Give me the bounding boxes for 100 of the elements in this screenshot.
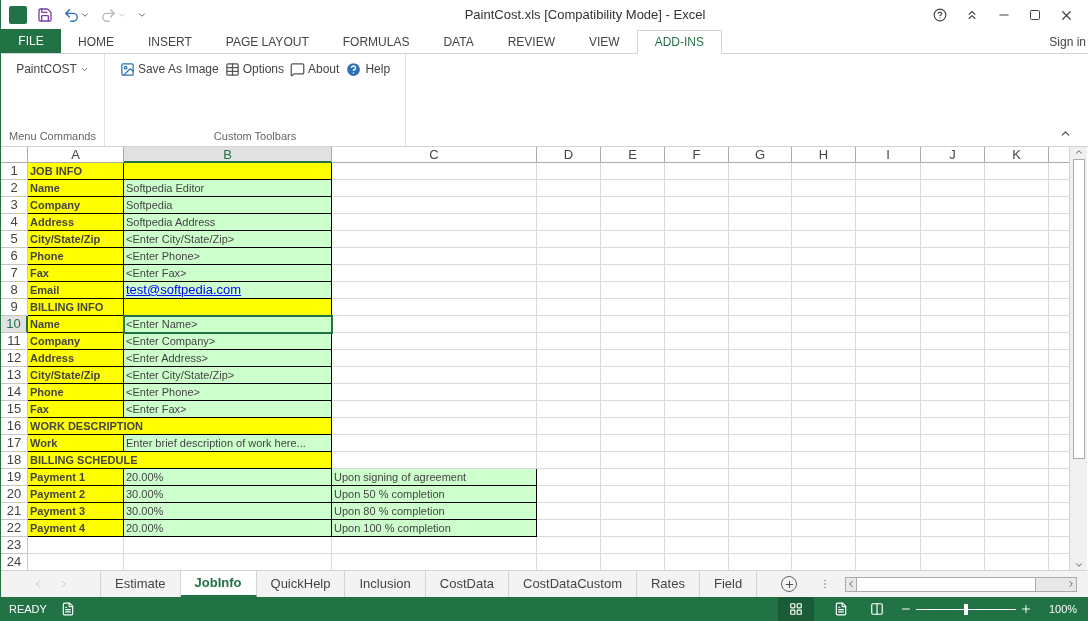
zoom-in-icon[interactable] [1020, 603, 1032, 615]
group-label: Menu Commands [8, 128, 97, 144]
column-header[interactable]: C [332, 147, 537, 163]
grid-cell [537, 435, 601, 452]
grid-cell [537, 469, 601, 486]
scroll-down-icon[interactable] [1073, 560, 1084, 570]
grid-cell [729, 299, 792, 316]
grid-cell [665, 537, 729, 554]
grid-cell [665, 435, 729, 452]
grid-cell [921, 418, 985, 435]
column-header[interactable]: K [985, 147, 1049, 163]
grid-cell [729, 214, 792, 231]
grid-cell [665, 248, 729, 265]
grid-cell [856, 316, 921, 333]
label-cell: Company [28, 333, 124, 350]
ribbon-button[interactable]: Options [224, 60, 284, 78]
grid-cell [729, 503, 792, 520]
horizontal-scrollbar[interactable] [845, 576, 1078, 592]
label-cell: Work [28, 435, 124, 452]
redo-icon[interactable] [100, 6, 117, 24]
save-icon[interactable] [37, 7, 53, 23]
grid-cell [537, 316, 601, 333]
value-cell: <Enter City/State/Zip> [124, 231, 332, 248]
ribbon-display-icon[interactable] [965, 8, 979, 22]
grid-cell [921, 520, 985, 537]
label-cell: Fax [28, 265, 124, 282]
ribbon-tab[interactable]: ADD-INS [636, 30, 722, 54]
grid-cell [537, 520, 601, 537]
file-tab[interactable]: FILE [1, 29, 61, 53]
column-header[interactable]: I [856, 147, 921, 163]
ribbon-tab[interactable]: REVIEW [490, 30, 572, 54]
grid-cell [537, 231, 601, 248]
grid-cell [537, 299, 601, 316]
ribbon-button[interactable]: Save As Image [119, 60, 219, 78]
column-header[interactable]: F [665, 147, 729, 163]
ribbon-button[interactable]: About [290, 60, 340, 78]
column-header[interactable]: J [921, 147, 985, 163]
help-icon [345, 60, 363, 78]
ribbon-tab[interactable]: HOME [61, 30, 131, 54]
vertical-scrollbar[interactable] [1069, 147, 1087, 570]
ribbon-tab[interactable]: FORMULAS [325, 30, 427, 54]
help-icon[interactable] [933, 8, 947, 22]
value-cell: Upon signing of agreement [332, 469, 537, 486]
column-header[interactable]: E [601, 147, 665, 163]
grid-cell [856, 248, 921, 265]
grid-cell [856, 486, 921, 503]
value-cell: Upon 50 % completion [332, 486, 537, 503]
grid-cell [665, 265, 729, 282]
row-header[interactable]: 23 [1, 537, 28, 554]
grid-cell [665, 231, 729, 248]
grid-cell [792, 503, 856, 520]
grid-cell [985, 231, 1049, 248]
ribbon-tab[interactable]: VIEW [572, 30, 637, 54]
grid-cell [792, 265, 856, 282]
row-header[interactable]: 10 [1, 316, 28, 333]
ribbon-tab[interactable]: DATA [426, 30, 491, 54]
grid-cell [601, 316, 665, 333]
grid-cell [729, 418, 792, 435]
grid-cell [665, 350, 729, 367]
grid-cell [665, 401, 729, 418]
grid-cell [856, 418, 921, 435]
page-break-icon[interactable] [870, 602, 884, 616]
select-all-corner[interactable] [1, 147, 28, 163]
grid-cell [601, 503, 665, 520]
grid-cell [729, 452, 792, 469]
caret-icon[interactable] [80, 10, 90, 20]
column-header[interactable]: B [124, 147, 332, 163]
column-header[interactable]: H [792, 147, 856, 163]
grid-cell [792, 214, 856, 231]
value-cell: <Enter Phone> [124, 384, 332, 401]
grid-cell [921, 401, 985, 418]
scrollbar-thumb[interactable] [856, 577, 1037, 591]
grid-cell [985, 350, 1049, 367]
macro-record-icon[interactable] [61, 602, 75, 616]
label-cell: Phone [28, 384, 124, 401]
scrollbar-thumb[interactable] [1072, 159, 1085, 459]
grid-cell [921, 367, 985, 384]
sheet-tab[interactable]: JobInfo [180, 571, 257, 597]
undo-icon[interactable] [63, 6, 80, 24]
grid-cell [601, 435, 665, 452]
ribbon-tab[interactable]: PAGE LAYOUT [208, 30, 326, 54]
maximize-icon[interactable] [1029, 9, 1041, 21]
scroll-up-icon[interactable] [1073, 147, 1084, 157]
column-header[interactable]: G [729, 147, 792, 163]
column-header[interactable]: D [537, 147, 601, 163]
grid-cell [792, 401, 856, 418]
grid-cell [856, 180, 921, 197]
grid-cell [921, 231, 985, 248]
grid-cell [985, 282, 1049, 299]
grid-cell [729, 316, 792, 333]
normal-view-icon[interactable] [789, 602, 803, 616]
grid-cell [729, 367, 792, 384]
sign-in-link[interactable]: Sign in [1049, 32, 1088, 51]
ribbon-button[interactable]: PaintCOST [16, 60, 89, 78]
ribbon-button[interactable]: Help [345, 60, 391, 78]
zoom-slider-thumb[interactable] [964, 603, 968, 615]
ribbon-tab[interactable]: INSERT [131, 30, 209, 54]
grid-cell [665, 486, 729, 503]
page-layout-icon[interactable] [834, 602, 848, 616]
customize-icon[interactable] [137, 10, 147, 20]
